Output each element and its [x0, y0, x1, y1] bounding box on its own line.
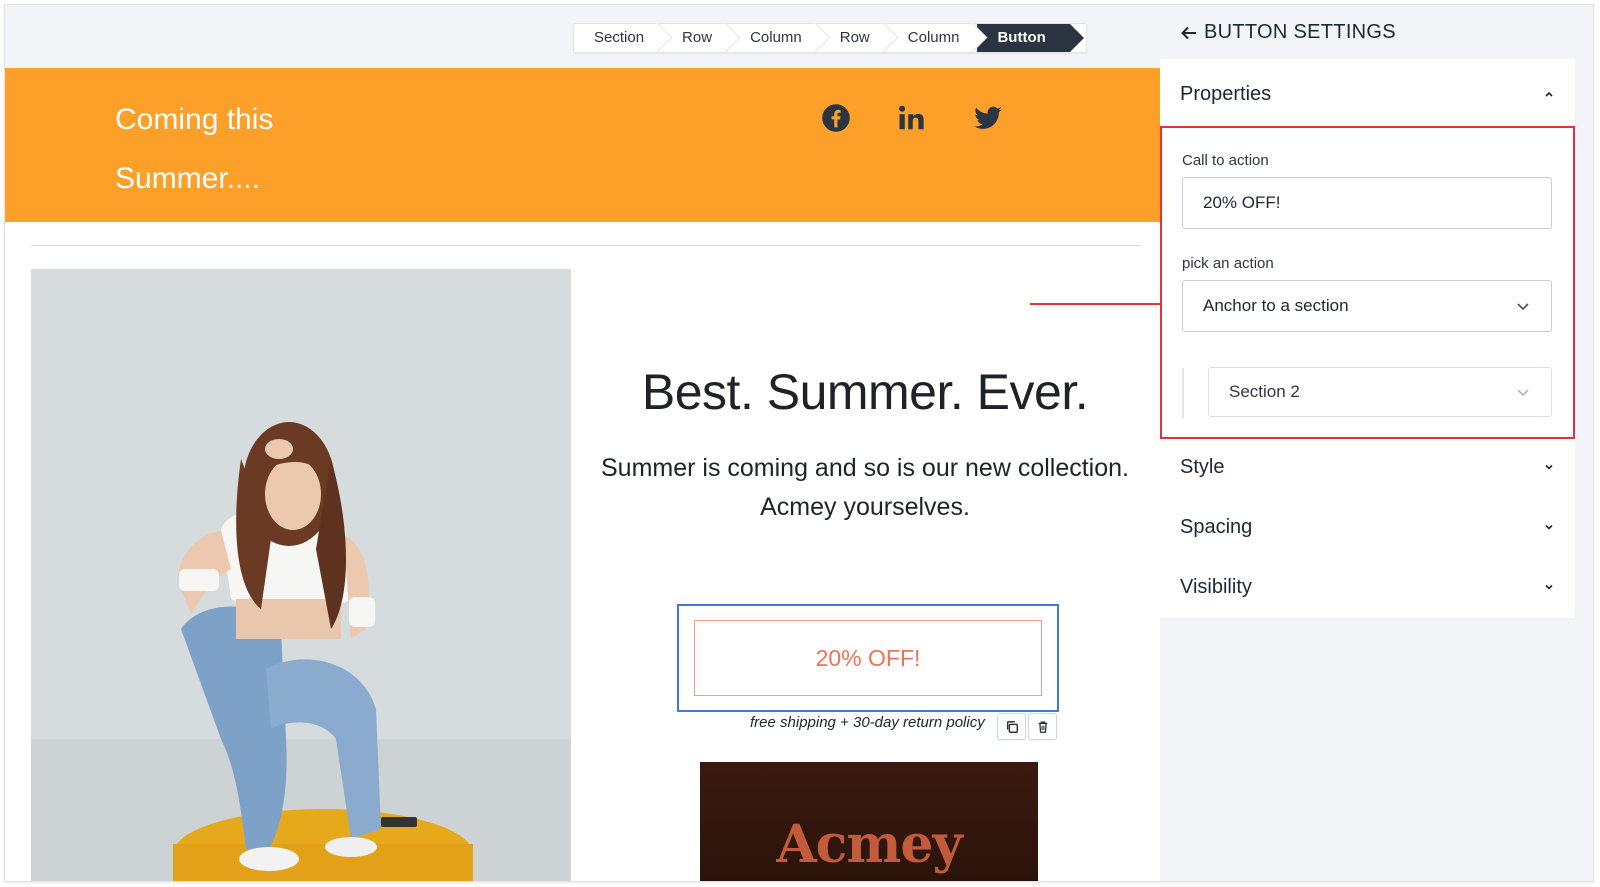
copy-icon [1006, 720, 1018, 733]
email-preview: Coming this Summer.... Best. Summer. Eve… [5, 68, 1160, 881]
call-to-action-input[interactable] [1182, 177, 1552, 229]
properties-label: Properties [1180, 82, 1272, 105]
call-to-action-label: Call to action [1182, 152, 1269, 169]
chevron-down-icon [1545, 584, 1553, 590]
chevron-down-icon [1517, 303, 1529, 311]
app-frame: Section Row Column Row Column Button Com… [4, 4, 1594, 882]
section-select-value: Section 2 [1229, 382, 1300, 401]
arrow-left-icon [1181, 26, 1196, 39]
subtext: Summer is coming and so is our new colle… [600, 454, 1129, 521]
pick-an-action-label: pick an action [1182, 255, 1274, 272]
trash-icon [1038, 721, 1047, 733]
properties-toggle[interactable]: Properties [1180, 79, 1555, 109]
visibility-label: Visibility [1180, 575, 1252, 598]
facebook-icon[interactable] [818, 100, 854, 136]
annotation-arrow [1030, 303, 1160, 305]
content-divider [31, 245, 1141, 246]
spacing-toggle[interactable]: Spacing [1180, 512, 1555, 542]
breadcrumb-row-2[interactable]: Row [820, 24, 888, 52]
style-label: Style [1180, 455, 1225, 478]
model-photo[interactable] [31, 269, 571, 881]
brand-image[interactable]: Acmey [700, 762, 1038, 881]
settings-panel: BUTTON SETTINGS Properties Call to actio… [1160, 5, 1593, 881]
editor-canvas: Section Row Column Row Column Button Com… [5, 5, 1160, 881]
breadcrumb-column[interactable]: Column [730, 24, 820, 52]
panel-title: BUTTON SETTINGS [1204, 21, 1396, 43]
breadcrumb: Section Row Column Row Column Button [573, 23, 1087, 53]
cta-button[interactable]: 20% OFF! [694, 620, 1042, 696]
breadcrumb-row[interactable]: Row [662, 24, 730, 52]
hero-banner[interactable]: Coming this Summer.... [5, 68, 1160, 222]
breadcrumb-column-2[interactable]: Column [888, 24, 978, 52]
breadcrumb-section[interactable]: Section [574, 24, 662, 52]
section-select[interactable]: Section 2 [1208, 367, 1552, 417]
properties-card: Properties Call to action pick an action… [1160, 59, 1575, 618]
chevron-down-icon [1517, 389, 1529, 396]
delete-button[interactable] [1028, 713, 1057, 740]
headline: Best. Summer. Ever. [641, 364, 1089, 420]
nested-indent-bar [1182, 368, 1184, 418]
spacing-label: Spacing [1180, 515, 1253, 538]
twitter-icon[interactable] [970, 100, 1006, 136]
brand-logo-text: Acmey [776, 814, 962, 875]
chevron-up-icon [1545, 91, 1553, 97]
hero-title: Coming this Summer.... [115, 103, 274, 195]
back-to-settings[interactable]: BUTTON SETTINGS [1180, 21, 1396, 44]
duplicate-button[interactable] [997, 713, 1026, 740]
visibility-toggle[interactable]: Visibility [1180, 572, 1555, 602]
action-select-value: Anchor to a section [1203, 296, 1349, 315]
cta-caption: free shipping + 30-day return policy [750, 714, 985, 731]
linkedin-icon[interactable] [894, 100, 930, 136]
action-select[interactable]: Anchor to a section [1182, 280, 1552, 332]
chevron-down-icon [1545, 464, 1553, 470]
style-toggle[interactable]: Style [1180, 452, 1555, 482]
selected-button-block[interactable]: 20% OFF! [677, 604, 1059, 712]
chevron-down-icon [1545, 524, 1553, 530]
breadcrumb-button[interactable]: Button [977, 24, 1085, 52]
